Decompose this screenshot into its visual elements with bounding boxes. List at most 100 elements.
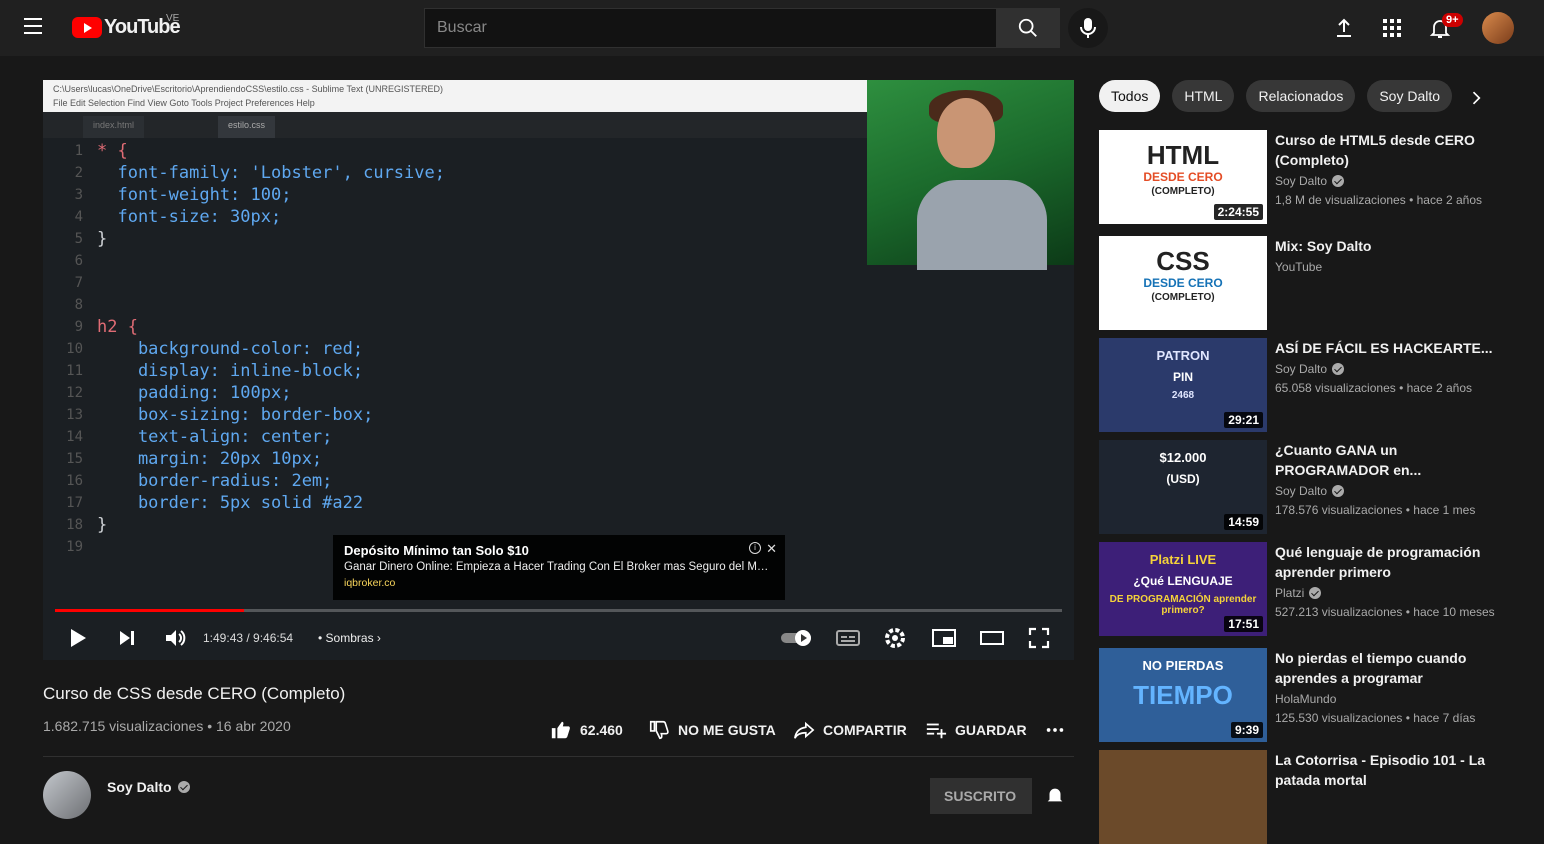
- upload-icon[interactable]: [1332, 16, 1356, 40]
- next-icon[interactable]: [115, 626, 139, 650]
- ad-overlay[interactable]: Depósito Mínimo tan Solo $10 Ganar Diner…: [333, 535, 785, 600]
- dislike-label: NO ME GUSTA: [678, 722, 776, 738]
- video-thumbnail[interactable]: Platzi LIVE ¿Qué LENGUAJE DE PROGRAMACIÓN …: [1099, 542, 1267, 636]
- code-text: border: 5px solid #a22: [97, 493, 364, 513]
- video-thumbnail[interactable]: NO PIERDAS TIEMPO 9:39: [1099, 648, 1267, 742]
- recommendation-title[interactable]: ASÍ DE FÁCIL ES HACKEARTE...: [1275, 338, 1505, 358]
- verified-icon: [177, 781, 190, 793]
- miniplayer-icon[interactable]: [931, 626, 957, 650]
- menu-icon[interactable]: [24, 18, 48, 38]
- chip-html[interactable]: HTML: [1172, 80, 1235, 112]
- search-input[interactable]: Buscar: [424, 8, 997, 48]
- chip-soy-dalto[interactable]: Soy Dalto: [1367, 80, 1453, 112]
- recommendation-channel[interactable]: YouTube: [1275, 260, 1505, 274]
- recommendation-title[interactable]: Mix: Soy Dalto: [1275, 236, 1505, 256]
- recommendation-info[interactable]: Mix: Soy Dalto YouTube: [1275, 236, 1505, 274]
- recommendation-item[interactable]: NO PIERDAS TIEMPO 9:39 No pierdas el tiempo…: [1099, 648, 1509, 742]
- recommendation-channel[interactable]: Platzi: [1275, 586, 1505, 600]
- recommendation-title[interactable]: La Cotorrisa - Episodio 101 - La patada …: [1275, 750, 1505, 790]
- chevron-right-icon[interactable]: [1466, 88, 1486, 108]
- voice-search-button[interactable]: [1068, 8, 1108, 48]
- divider: [43, 756, 1074, 757]
- theater-mode-icon[interactable]: [979, 626, 1005, 650]
- share-button[interactable]: COMPARTIR: [793, 719, 907, 741]
- recommendation-title[interactable]: Curso de HTML5 desde CERO (Completo): [1275, 130, 1505, 170]
- ad-body[interactable]: Ganar Dinero Online: Empieza a Hacer Tra…: [344, 561, 774, 573]
- user-avatar[interactable]: [1482, 12, 1514, 44]
- settings-gear-icon[interactable]: [883, 626, 907, 650]
- recommendation-title[interactable]: Qué lenguaje de programación aprender pr…: [1275, 542, 1505, 582]
- progress-fill: [55, 609, 245, 612]
- recommendation-channel[interactable]: Soy Dalto: [1275, 174, 1505, 188]
- recommendation-item[interactable]: HTML DESDE CERO (COMPLETO) 2:24:55 Curso de …: [1099, 130, 1509, 224]
- recommendation-info[interactable]: La Cotorrisa - Episodio 101 - La patada …: [1275, 750, 1505, 790]
- line-number: 6: [74, 253, 83, 269]
- channel-bell-icon[interactable]: [1044, 784, 1066, 806]
- line-number: 12: [66, 385, 83, 401]
- recommendation-item[interactable]: CSS DESDE CERO (COMPLETO) Mix: Soy Dalto You…: [1099, 236, 1509, 330]
- thumbnail-text: TIEMPO: [1133, 680, 1233, 710]
- video-thumbnail[interactable]: [1099, 750, 1267, 844]
- line-number: 1: [74, 143, 83, 159]
- code-line: 7: [43, 272, 1033, 294]
- code-text: display: inline-block;: [97, 361, 364, 381]
- top-bar: YouTube VE Buscar 9+: [0, 0, 1544, 56]
- youtube-play-icon: [72, 17, 102, 38]
- code-line: 15 margin: 20px 10px;: [43, 448, 1033, 470]
- recommendation-title[interactable]: ¿Cuanto GANA un PROGRAMADOR en...: [1275, 440, 1505, 480]
- search-button[interactable]: [996, 8, 1060, 48]
- time-display: 1:49:43 / 9:46:54: [203, 631, 294, 645]
- code-line: 11 display: inline-block;: [43, 360, 1033, 382]
- video-thumbnail[interactable]: HTML DESDE CERO (COMPLETO) 2:24:55: [1099, 130, 1267, 224]
- video-thumbnail[interactable]: PATRON PIN 2468 29:21: [1099, 338, 1267, 432]
- play-icon[interactable]: [67, 626, 89, 650]
- video-player[interactable]: C:\Users\lucas\OneDrive\Escritorio\Apren…: [43, 80, 1074, 660]
- video-thumbnail[interactable]: CSS DESDE CERO (COMPLETO): [1099, 236, 1267, 330]
- channel-name[interactable]: Soy Dalto: [107, 779, 190, 795]
- subscribe-button[interactable]: SUSCRITO: [930, 778, 1032, 814]
- thumbnail-text: CSS: [1156, 246, 1210, 276]
- recommendation-item[interactable]: $12.000 (USD) 14:59 ¿Cuanto GANA un PROGRAM…: [1099, 440, 1509, 534]
- save-button[interactable]: GUARDAR: [925, 719, 1027, 741]
- code-text: }: [97, 229, 108, 249]
- recommendation-channel[interactable]: Soy Dalto: [1275, 484, 1505, 498]
- recommendation-info[interactable]: ASÍ DE FÁCIL ES HACKEARTE... Soy Dalto 65.…: [1275, 338, 1505, 397]
- chapter-label[interactable]: • Sombras ›: [318, 631, 381, 645]
- more-horizontal-icon: [1046, 728, 1064, 732]
- search-icon: [1018, 18, 1037, 37]
- recommendation-item[interactable]: La Cotorrisa - Episodio 101 - La patada …: [1099, 750, 1509, 844]
- recommendation-item[interactable]: Platzi LIVE ¿Qué LENGUAJE DE PROGRAMACIÓN …: [1099, 542, 1509, 636]
- apps-grid-icon[interactable]: [1380, 16, 1404, 40]
- ad-url[interactable]: iqbroker.co: [344, 577, 774, 589]
- fullscreen-icon[interactable]: [1027, 626, 1051, 650]
- dislike-button[interactable]: NO ME GUSTA: [648, 719, 776, 741]
- thumbnail-text: (COMPLETO): [1151, 186, 1215, 197]
- progress-bar[interactable]: [55, 609, 1062, 612]
- recommendation-title[interactable]: No pierdas el tiempo cuando aprendes a p…: [1275, 648, 1505, 688]
- ad-close-icon[interactable]: ✕: [766, 541, 777, 557]
- recommendation-channel-name: YouTube: [1275, 260, 1323, 274]
- youtube-logo[interactable]: YouTube: [72, 16, 181, 39]
- like-button[interactable]: 62.460: [550, 719, 623, 741]
- code-line: 8: [43, 294, 1033, 316]
- recommendation-item[interactable]: PATRON PIN 2468 29:21 ASÍ DE FÁCIL ES HACKEA…: [1099, 338, 1509, 432]
- video-thumbnail[interactable]: $12.000 (USD) 14:59: [1099, 440, 1267, 534]
- code-line: 14 text-align: center;: [43, 426, 1033, 448]
- recommendation-channel[interactable]: Soy Dalto: [1275, 362, 1505, 376]
- more-actions-button[interactable]: [1044, 719, 1066, 741]
- recommendation-channel[interactable]: HolaMundo: [1275, 692, 1505, 706]
- chip-relacionados[interactable]: Relacionados: [1246, 80, 1356, 112]
- recommendation-meta: 178.576 visualizaciones • hace 1 mes: [1275, 503, 1476, 517]
- ad-info-icon[interactable]: i: [749, 542, 761, 554]
- channel-avatar[interactable]: [43, 771, 91, 819]
- chip-todos[interactable]: Todos: [1099, 80, 1161, 112]
- recommendation-info[interactable]: ¿Cuanto GANA un PROGRAMADOR en... Soy Dal…: [1275, 440, 1505, 519]
- recommendation-info[interactable]: Qué lenguaje de programación aprender pr…: [1275, 542, 1505, 621]
- recommendation-info[interactable]: No pierdas el tiempo cuando aprendes a p…: [1275, 648, 1505, 727]
- volume-icon[interactable]: [163, 626, 187, 650]
- recommendation-info[interactable]: Curso de HTML5 desde CERO (Completo) Soy …: [1275, 130, 1505, 209]
- autoplay-toggle-icon[interactable]: [779, 626, 815, 650]
- subtitles-icon[interactable]: [835, 626, 861, 650]
- ad-title[interactable]: Depósito Mínimo tan Solo $10: [344, 543, 774, 558]
- verified-icon: [1332, 485, 1345, 497]
